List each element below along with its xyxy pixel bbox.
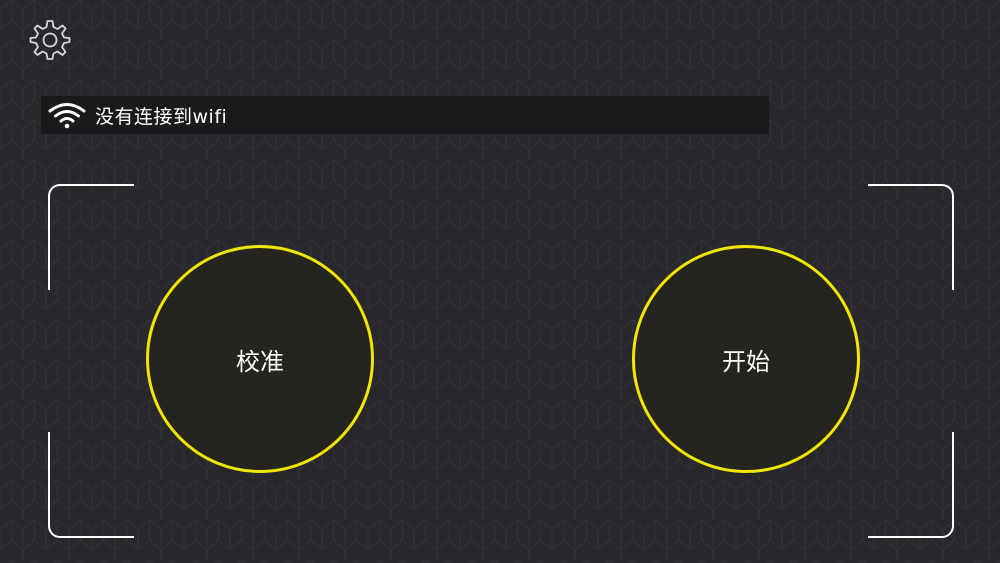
gear-icon (29, 20, 71, 60)
wifi-icon (48, 103, 86, 129)
calibrate-button[interactable]: 校准 (146, 245, 374, 473)
frame-corner-bottom-left (48, 432, 134, 538)
frame-corner-top-left (48, 184, 134, 290)
start-button[interactable]: 开始 (632, 245, 860, 473)
start-button-label: 开始 (722, 347, 770, 376)
wifi-status-text: 没有连接到wifi (95, 105, 228, 128)
wifi-status-bar: 没有连接到wifi (41, 96, 769, 134)
calibrate-button-label: 校准 (236, 347, 284, 376)
settings-button[interactable] (26, 16, 74, 64)
frame-corner-bottom-right (868, 432, 954, 538)
background-pattern (0, 0, 1000, 563)
frame-corner-top-right (868, 184, 954, 290)
